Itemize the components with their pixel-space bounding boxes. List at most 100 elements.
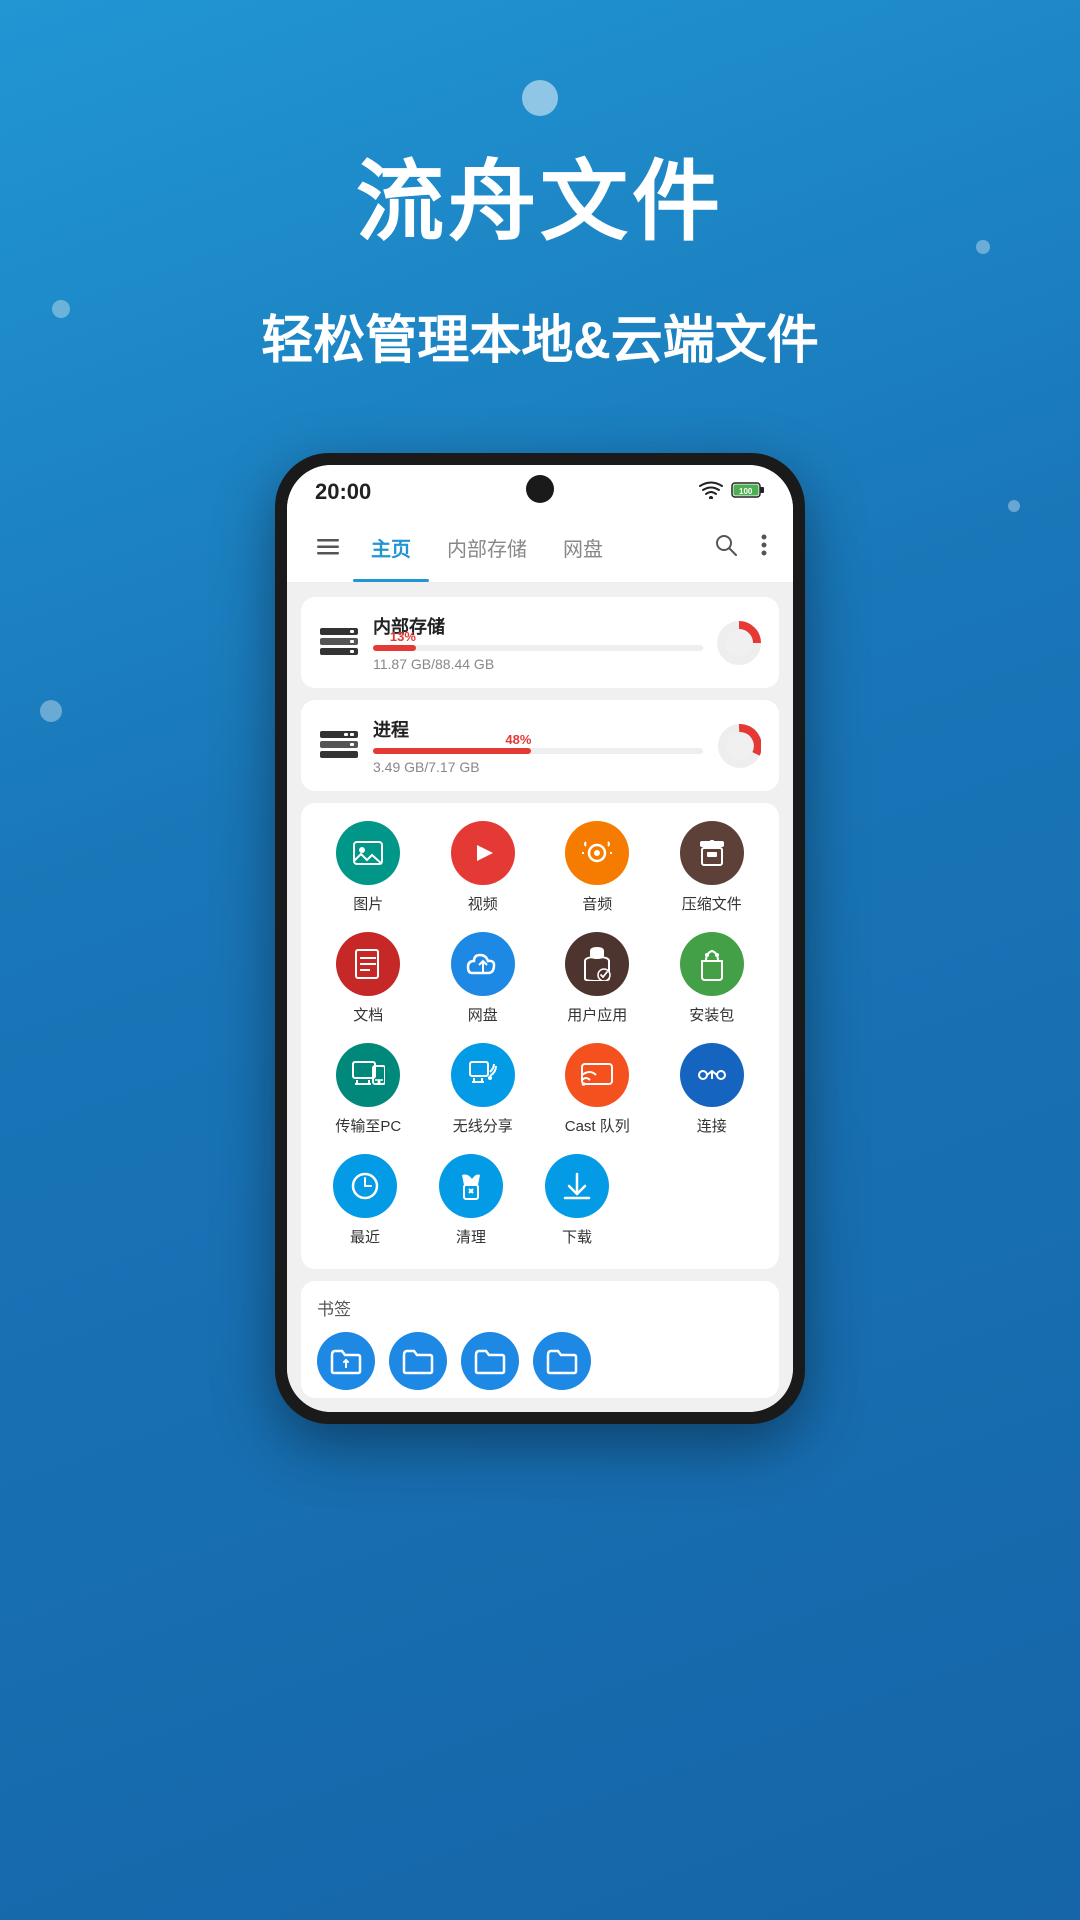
phone-mockup: 20:00 [275,453,805,1424]
app-header: 流舟文件 轻松管理本地&云端文件 [0,0,1080,393]
process-card[interactable]: 进程 48% 3.49 GB/7.17 GB [301,700,779,791]
grid-item-cast[interactable]: Cast 队列 [557,1043,637,1136]
docs-icon-circle [336,932,400,996]
download-icon-circle [545,1154,609,1218]
svg-text:100: 100 [739,487,753,496]
archive-icon-circle [680,821,744,885]
status-time: 20:00 [315,479,371,505]
phone-screen: 20:00 [287,465,793,1412]
grid-item-cloudrive[interactable]: 网盘 [443,932,523,1025]
grid-item-apk[interactable]: 安装包 [672,932,752,1025]
app-subtitle: 轻松管理本地&云端文件 [0,298,1080,373]
clean-icon-circle [439,1154,503,1218]
grid-row-1: 图片 视频 [311,821,769,914]
internal-storage-card[interactable]: 内部存储 13% 11.87 GB/88.44 GB [301,597,779,688]
camera-cutout [526,475,554,503]
nav-tabs: 主页 内部存储 网盘 [353,513,705,582]
bookmark-icon-3 [461,1332,519,1390]
wireless-icon-circle [451,1043,515,1107]
video-label: 视频 [468,893,498,914]
grid-item-wireless[interactable]: 无线分享 [443,1043,523,1136]
apk-icon-circle [680,932,744,996]
bookmark-item-2[interactable] [389,1332,447,1390]
phone-mockup-container: 20:00 [0,453,1080,1424]
grid-item-archive[interactable]: 压缩文件 [672,821,752,914]
decorative-dot-3 [1008,500,1020,512]
grid-row-3: 传输至PC [311,1043,769,1136]
internal-storage-percent: 13% [390,629,416,644]
process-bar-wrap: 48% [373,748,703,754]
grid-item-docs[interactable]: 文档 [328,932,408,1025]
internal-storage-pie [717,621,761,665]
process-info: 进程 48% 3.49 GB/7.17 GB [373,716,703,775]
wireless-label: 无线分享 [453,1115,513,1136]
cloudrive-icon-circle [451,932,515,996]
grid-item-video[interactable]: 视频 [443,821,523,914]
hamburger-menu-icon[interactable] [303,517,353,579]
bookmark-icon-4 [533,1332,591,1390]
archive-label: 压缩文件 [682,893,742,914]
internal-storage-name: 内部存储 [373,613,703,639]
user-apps-label: 用户应用 [567,1004,627,1025]
grid-item-download[interactable]: 下载 [537,1154,617,1247]
process-pie [717,724,761,768]
grid-item-clean[interactable]: 清理 [431,1154,511,1247]
header-dot [522,80,558,116]
process-name: 进程 [373,716,703,742]
video-icon-circle [451,821,515,885]
search-button[interactable] [705,524,747,572]
nav-actions [705,524,777,572]
grid-item-pictures[interactable]: 图片 [328,821,408,914]
grid-item-user-apps[interactable]: 用户应用 [557,932,637,1025]
internal-storage-bar-wrap: 13% [373,645,703,651]
tab-internal-storage[interactable]: 内部存储 [429,513,545,582]
transfer-pc-label: 传输至PC [335,1115,401,1136]
internal-storage-icon [319,623,359,663]
clean-label: 清理 [456,1226,486,1247]
more-options-button[interactable] [751,524,777,572]
status-bar: 20:00 [287,465,793,513]
grid-row-2: 文档 网盘 [311,932,769,1025]
process-percent: 48% [505,732,531,747]
bookmark-item-3[interactable] [461,1332,519,1390]
grid-item-recent[interactable]: 最近 [325,1154,405,1247]
download-label: 下载 [562,1226,592,1247]
app-title: 流舟文件 [0,131,1080,258]
bookmark-icon-2 [389,1332,447,1390]
nav-bar: 主页 内部存储 网盘 [287,513,793,583]
grid-item-audio[interactable]: 音频 [557,821,637,914]
internal-storage-size: 11.87 GB/88.44 GB [373,656,703,672]
apk-label: 安装包 [689,1004,734,1025]
recent-icon-circle [333,1154,397,1218]
grid-item-transfer-pc[interactable]: 传输至PC [328,1043,408,1136]
connect-icon-circle [680,1043,744,1107]
cast-icon-circle [565,1043,629,1107]
wifi-icon [699,481,723,504]
bookmark-item-1[interactable] [317,1332,375,1390]
bookmark-row [317,1332,763,1390]
tab-home[interactable]: 主页 [353,513,429,582]
cast-label: Cast 队列 [565,1115,630,1136]
process-icon [319,726,359,766]
cloudrive-label: 网盘 [468,1004,498,1025]
internal-storage-info: 内部存储 13% 11.87 GB/88.44 GB [373,613,703,672]
bookmark-title: 书签 [317,1295,763,1320]
battery-icon: 100 [731,481,765,504]
pictures-label: 图片 [353,893,383,914]
process-bar: 48% [373,748,531,754]
tab-cloud[interactable]: 网盘 [545,513,621,582]
grid-item-connect[interactable]: 连接 [672,1043,752,1136]
docs-label: 文档 [353,1004,383,1025]
user-apps-icon-circle [565,932,629,996]
internal-storage-bar: 13% [373,645,416,651]
audio-label: 音频 [582,893,612,914]
bookmark-item-4[interactable] [533,1332,591,1390]
status-icons: 100 [699,481,765,504]
transfer-pc-icon-circle [336,1043,400,1107]
bookmark-section: 书签 [301,1281,779,1398]
connect-label: 连接 [697,1115,727,1136]
audio-icon-circle [565,821,629,885]
bookmark-icon-1 [317,1332,375,1390]
main-content: 内部存储 13% 11.87 GB/88.44 GB [287,583,793,1412]
pictures-icon-circle [336,821,400,885]
